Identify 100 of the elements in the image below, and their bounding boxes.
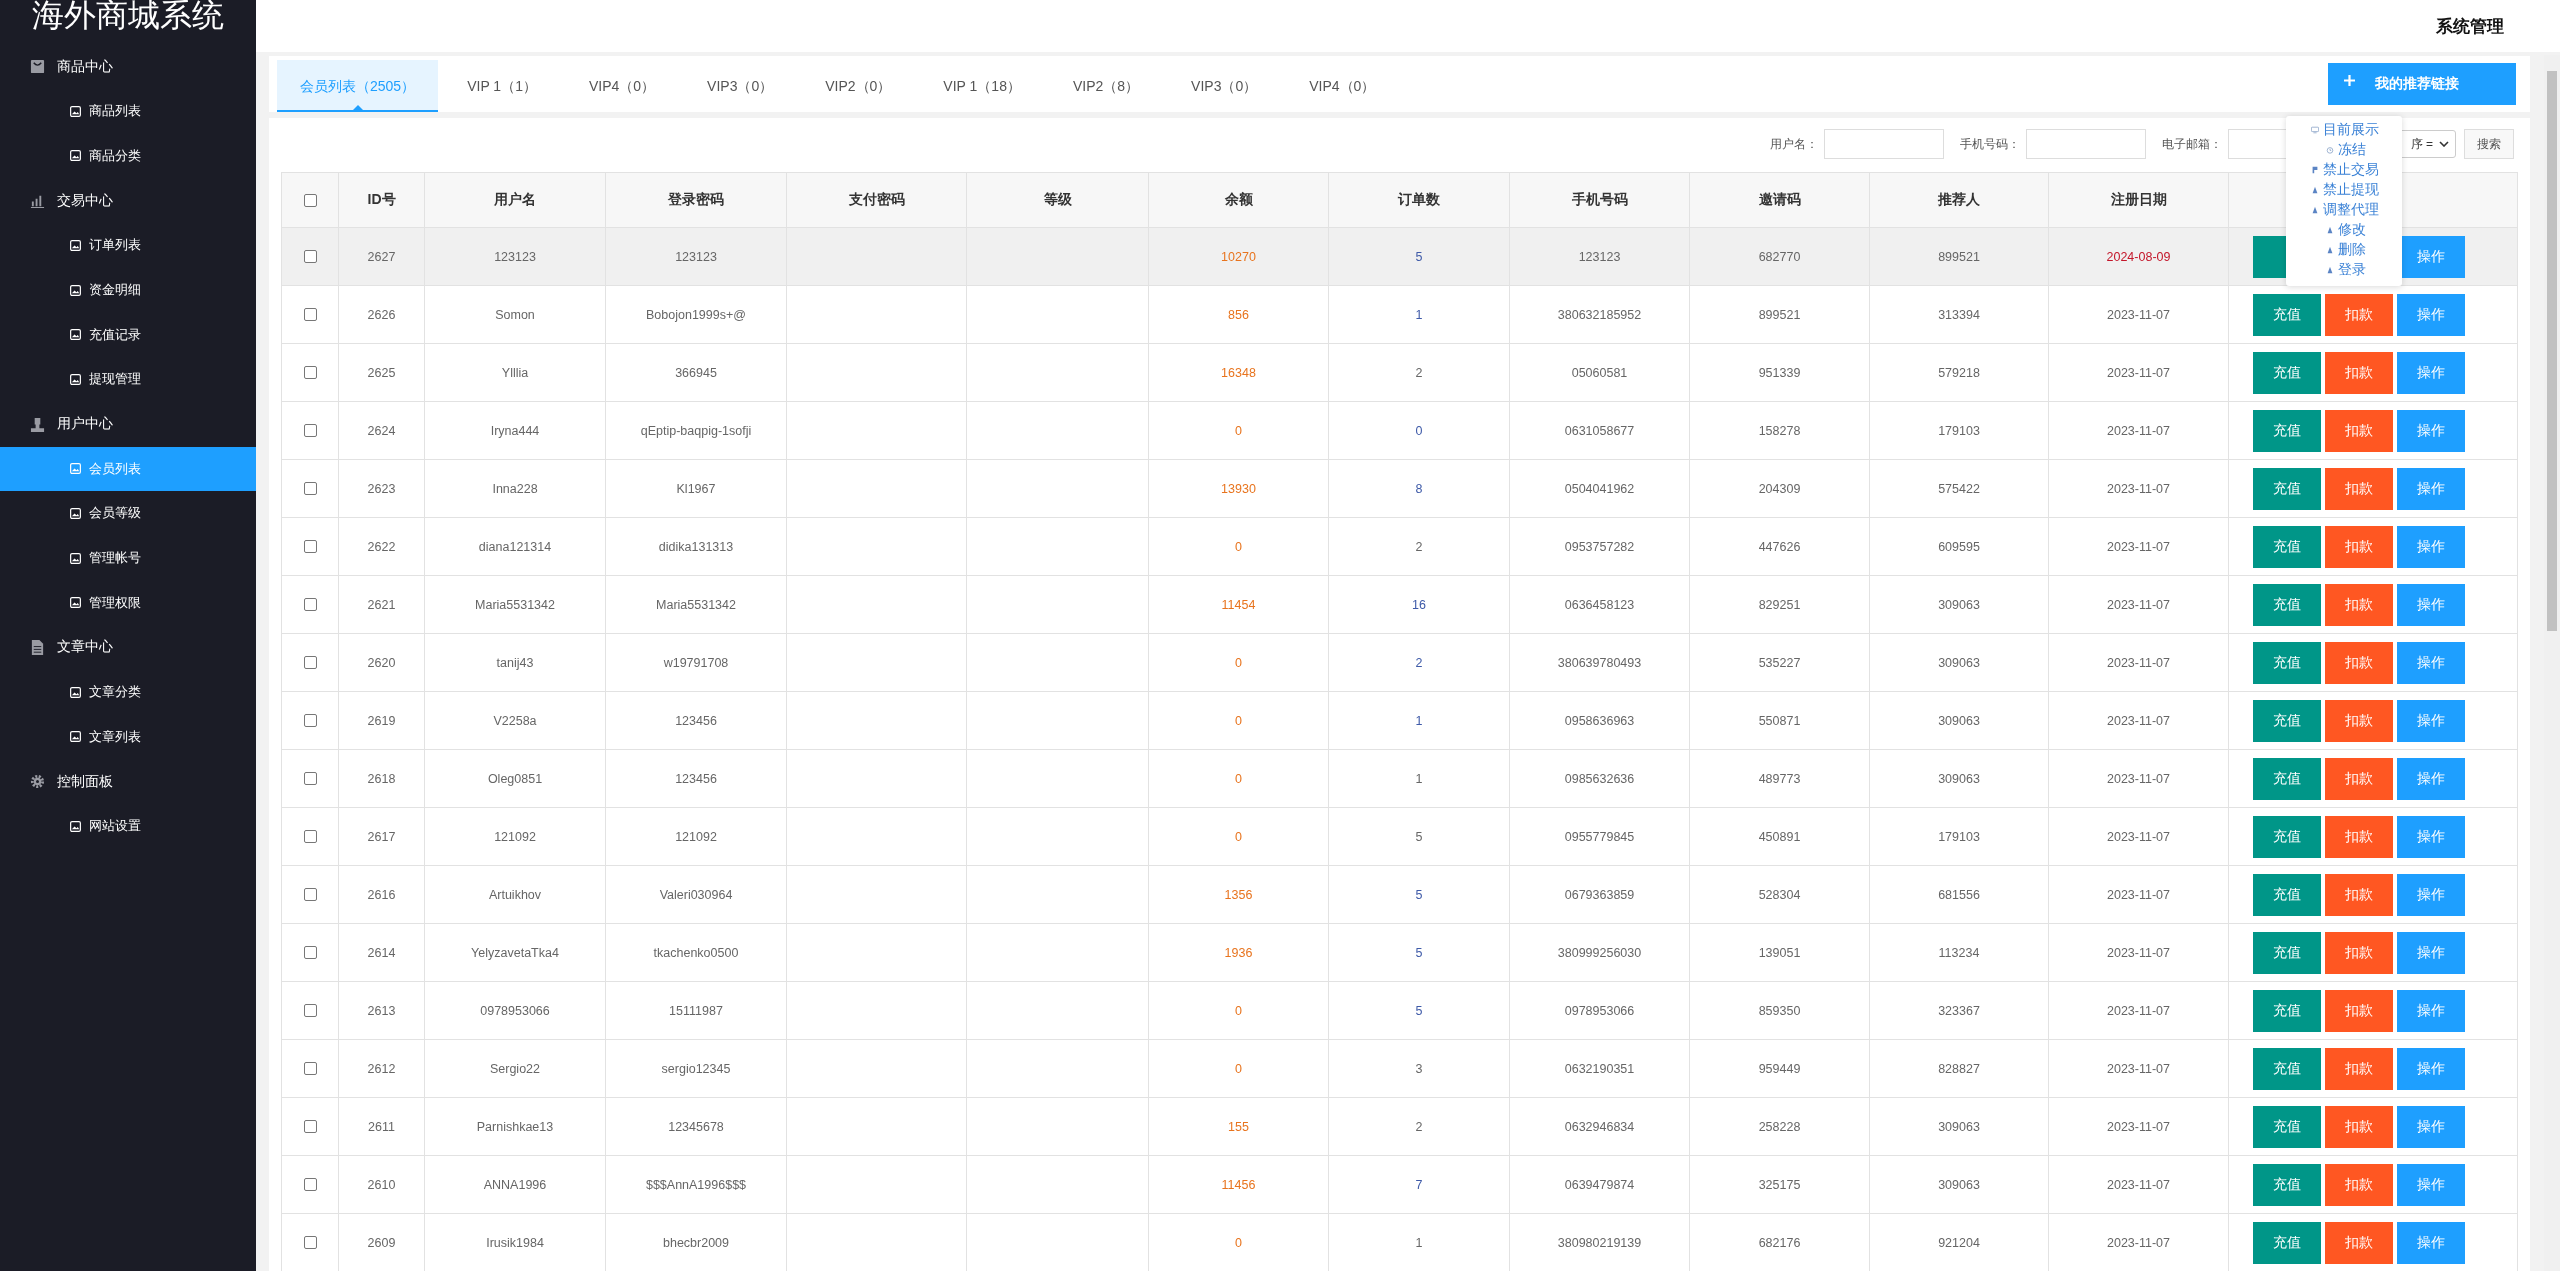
date-cell: 2023-11-07 (2049, 982, 2229, 1039)
id-cell: 2609 (339, 1214, 425, 1271)
phone-cell: 0953757282 (1510, 518, 1690, 575)
id-cell: 2627 (339, 228, 425, 285)
username-cell: Oleg0851 (425, 750, 606, 807)
username-cell: Sergio22 (425, 1040, 606, 1097)
password-cell: 15111987 (606, 982, 787, 1039)
orders-cell: 1 (1329, 286, 1510, 343)
phone-cell: 0631058677 (1510, 402, 1690, 459)
referrer-cell: 681556 (1870, 866, 2049, 923)
column-header: 注册日期 (2049, 173, 2229, 227)
referrer-cell: 309063 (1870, 634, 2049, 691)
phone-cell: 0636458123 (1510, 576, 1690, 633)
password-cell: qEptip-baqpig-1sofji (606, 402, 787, 459)
username-cell: Ylllia (425, 344, 606, 401)
date-cell: 2023-11-07 (2049, 576, 2229, 633)
orders-cell: 1 (1329, 750, 1510, 807)
username-cell: 0978953066 (425, 982, 606, 1039)
orders-cell: 0 (1329, 402, 1510, 459)
invite-code-cell: 450891 (1690, 808, 1870, 865)
balance-cell: 11454 (1149, 576, 1329, 633)
id-cell: 2616 (339, 866, 425, 923)
balance-cell: 0 (1149, 982, 1329, 1039)
referrer-cell: 828827 (1870, 1040, 2049, 1097)
balance-cell: 0 (1149, 692, 1329, 749)
username-cell: Irusik1984 (425, 1214, 606, 1271)
invite-code-cell: 528304 (1690, 866, 1870, 923)
invite-code-cell: 682176 (1690, 1214, 1870, 1271)
password-cell: 12345678 (606, 1098, 787, 1155)
group-label: 商品中心 (57, 57, 113, 76)
password-cell: Maria5531342 (606, 576, 787, 633)
referrer-cell: 609595 (1870, 518, 2049, 575)
username-cell: Iryna444 (425, 402, 606, 459)
column-header: 余额 (1149, 173, 1329, 227)
column-header: 用户名 (425, 173, 606, 227)
orders-cell: 5 (1329, 808, 1510, 865)
date-cell: 2023-11-07 (2049, 634, 2229, 691)
balance-cell: 13930 (1149, 460, 1329, 517)
orders-cell: 3 (1329, 1040, 1510, 1097)
column-header: 订单数 (1329, 173, 1510, 227)
password-cell: tkachenko0500 (606, 924, 787, 981)
date-cell: 2024-08-09 (2049, 228, 2229, 285)
orders-cell: 5 (1329, 982, 1510, 1039)
referrer-cell: 575422 (1870, 460, 2049, 517)
phone-cell: 123123 (1510, 228, 1690, 285)
id-cell: 2625 (339, 344, 425, 401)
invite-code-cell: 959449 (1690, 1040, 1870, 1097)
phone-cell: 0504041962 (1510, 460, 1690, 517)
invite-code-cell: 447626 (1690, 518, 1870, 575)
date-cell: 2023-11-07 (2049, 750, 2229, 807)
invite-code-cell: 204309 (1690, 460, 1870, 517)
referrer-cell: 579218 (1870, 344, 2049, 401)
column-header: ID号 (339, 173, 425, 227)
balance-cell: 0 (1149, 518, 1329, 575)
orders-cell: 2 (1329, 344, 1510, 401)
balance-cell: 10270 (1149, 228, 1329, 285)
orders-cell: 2 (1329, 518, 1510, 575)
referrer-cell: 921204 (1870, 1214, 2049, 1271)
username-cell: 123123 (425, 228, 606, 285)
username-cell: Somon (425, 286, 606, 343)
username-cell: Artuikhov (425, 866, 606, 923)
phone-cell: 0955779845 (1510, 808, 1690, 865)
referrer-cell: 179103 (1870, 808, 2049, 865)
date-cell: 2023-11-07 (2049, 460, 2229, 517)
date-cell: 2023-11-07 (2049, 866, 2229, 923)
date-cell: 2023-11-07 (2049, 286, 2229, 343)
group-label: 文章中心 (57, 638, 113, 657)
filter-label: 用户名： (1770, 135, 1818, 153)
orders-cell: 5 (1329, 924, 1510, 981)
referrer-cell: 309063 (1870, 1098, 2049, 1155)
date-cell: 2023-11-07 (2049, 518, 2229, 575)
id-cell: 2622 (339, 518, 425, 575)
balance-cell: 0 (1149, 1040, 1329, 1097)
id-cell: 2617 (339, 808, 425, 865)
id-cell: 2620 (339, 634, 425, 691)
username-cell: tanij43 (425, 634, 606, 691)
username-cell: diana121314 (425, 518, 606, 575)
id-cell: 2619 (339, 692, 425, 749)
referrer-cell: 113234 (1870, 924, 2049, 981)
invite-code-cell: 859350 (1690, 982, 1870, 1039)
orders-cell: 5 (1329, 866, 1510, 923)
orders-cell: 7 (1329, 1156, 1510, 1213)
orders-cell: 1 (1329, 1214, 1510, 1271)
password-cell: sergio12345 (606, 1040, 787, 1097)
balance-cell: 1936 (1149, 924, 1329, 981)
phone-cell: 0958636963 (1510, 692, 1690, 749)
orders-cell: 2 (1329, 1098, 1510, 1155)
id-cell: 2621 (339, 576, 425, 633)
username-cell: 121092 (425, 808, 606, 865)
column-header: 推荐人 (1870, 173, 2049, 227)
balance-cell: 0 (1149, 402, 1329, 459)
phone-cell: 380632185952 (1510, 286, 1690, 343)
password-cell: Valeri030964 (606, 866, 787, 923)
orders-cell: 16 (1329, 576, 1510, 633)
invite-code-cell: 550871 (1690, 692, 1870, 749)
username-cell: YelyzavetaTka4 (425, 924, 606, 981)
invite-code-cell: 325175 (1690, 1156, 1870, 1213)
date-cell: 2023-11-07 (2049, 808, 2229, 865)
invite-code-cell: 258228 (1690, 1098, 1870, 1155)
column-header: 等级 (967, 173, 1149, 227)
